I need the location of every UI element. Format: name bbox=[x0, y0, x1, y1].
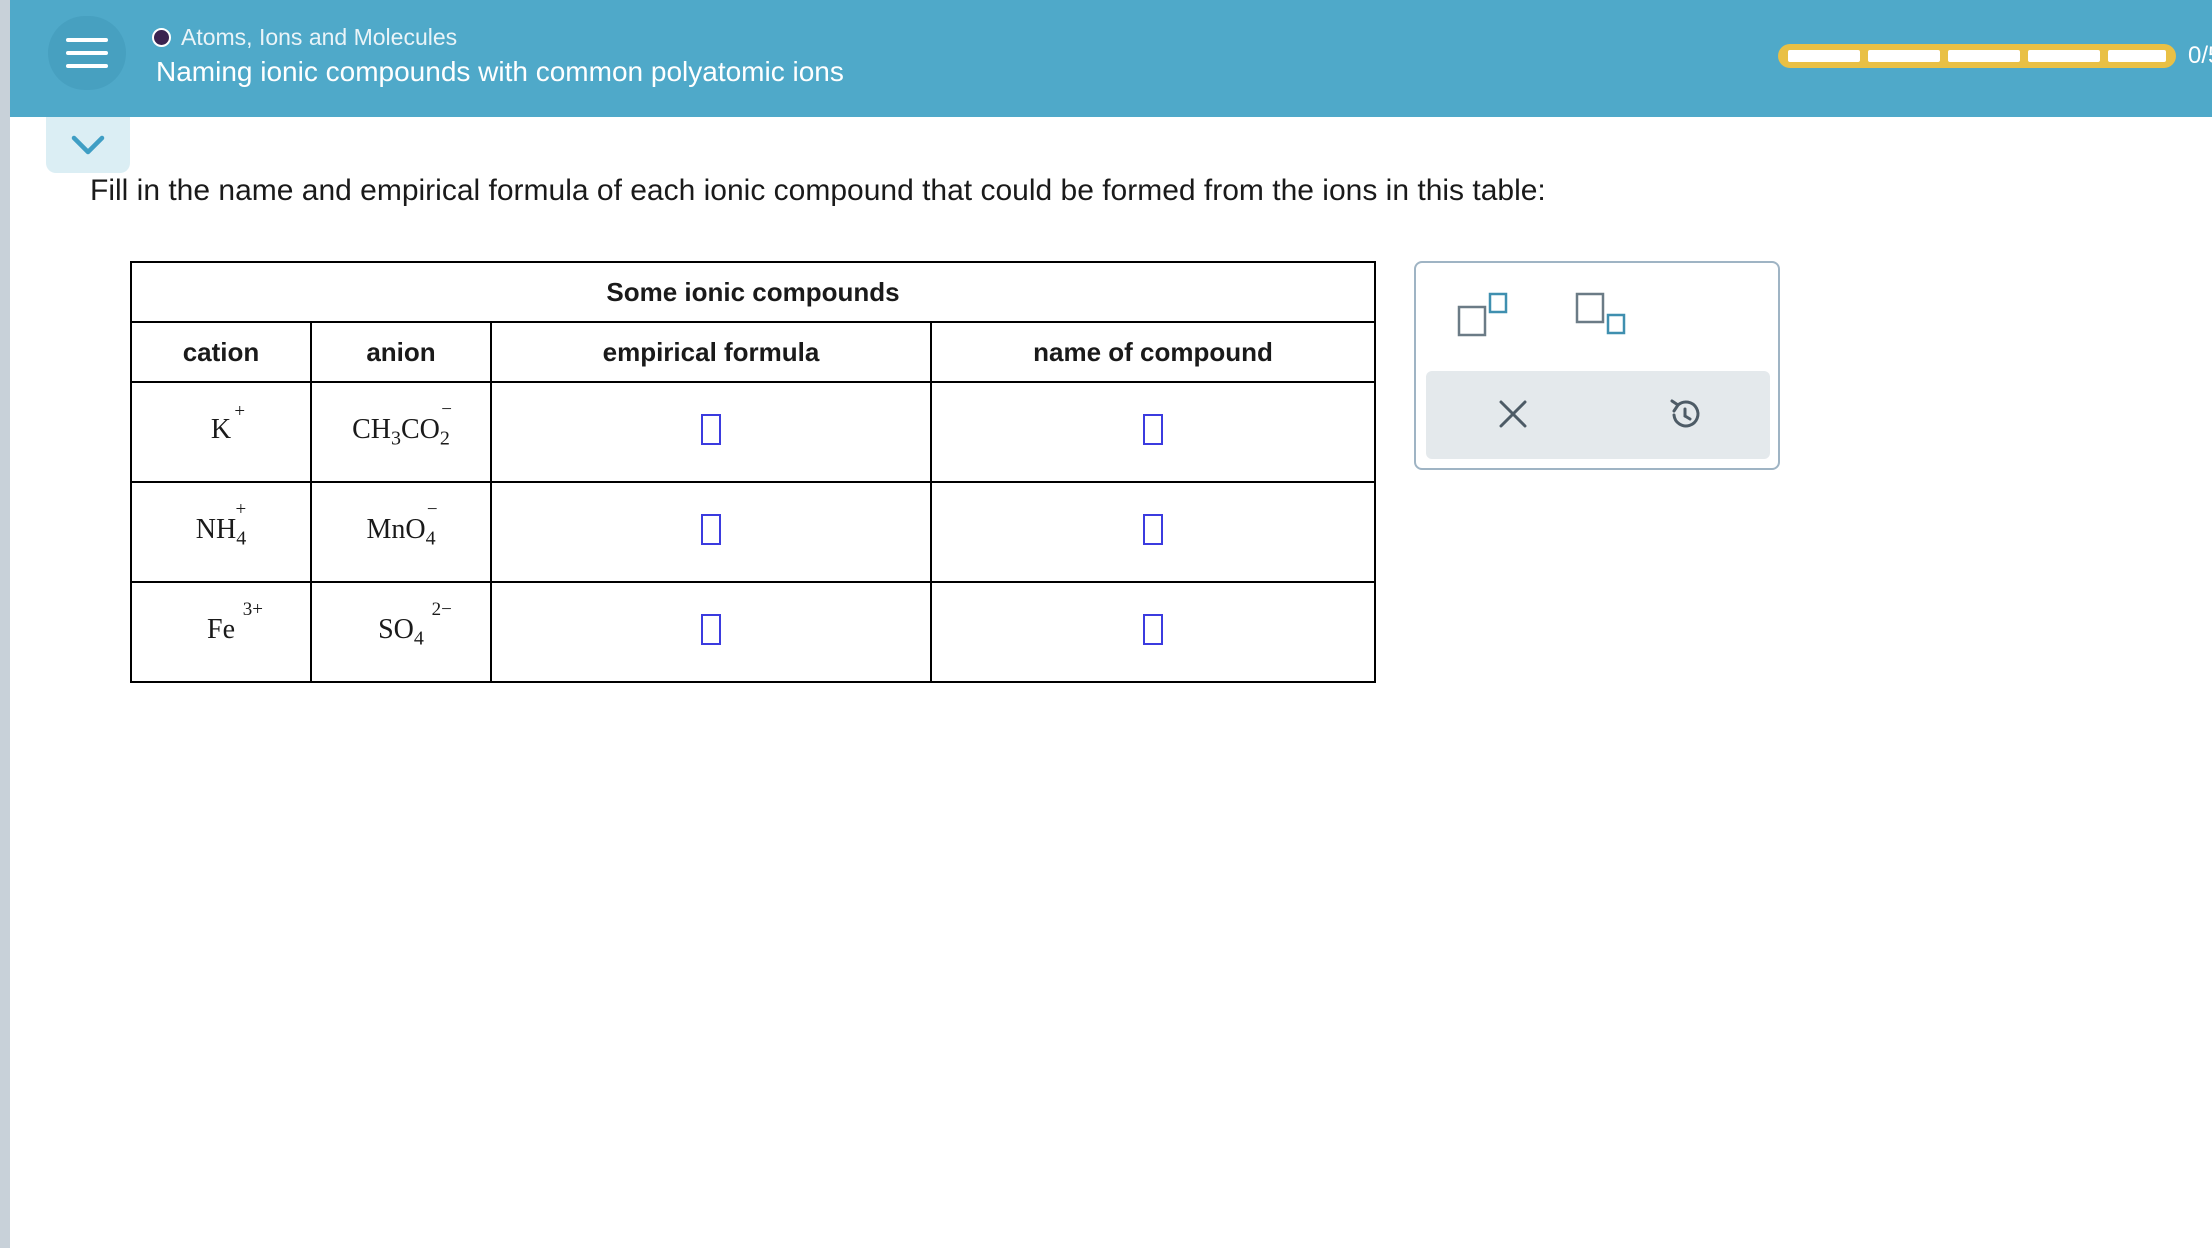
progress-segment bbox=[2108, 50, 2166, 62]
topic-status-icon bbox=[152, 27, 171, 47]
ionic-compounds-table: Some ionic compounds cation anion empiri… bbox=[130, 261, 1376, 683]
name-answer-cell bbox=[930, 481, 1376, 583]
column-header-formula: empirical formula bbox=[490, 321, 932, 383]
cation-formula: Fe 3+ bbox=[207, 598, 263, 645]
anion-formula: CH3CO2 − bbox=[352, 398, 452, 450]
ion-charge: + bbox=[235, 498, 247, 520]
cation-cell: NH4 + bbox=[130, 481, 312, 583]
progress-segment bbox=[1788, 50, 1860, 62]
name-answer-cell bbox=[930, 581, 1376, 683]
progress-segment bbox=[1948, 50, 2020, 62]
answer-tools-panel bbox=[1414, 261, 1780, 470]
name-answer-input[interactable] bbox=[1143, 614, 1163, 645]
cation-formula: K + bbox=[210, 400, 246, 445]
menu-button[interactable] bbox=[48, 16, 126, 90]
superscript-box-icon bbox=[1457, 292, 1508, 337]
anion-cell: CH3CO2 − bbox=[310, 381, 492, 483]
anion-cell: MnO4 − bbox=[310, 481, 492, 583]
progress-bar bbox=[1778, 44, 2176, 68]
superscript-button[interactable] bbox=[1456, 291, 1510, 344]
name-answer-cell bbox=[930, 381, 1376, 483]
ion-charge: 3+ bbox=[242, 598, 263, 620]
topic-breadcrumb: Atoms, Ions and Molecules bbox=[152, 20, 457, 54]
formula-answer-input[interactable] bbox=[701, 514, 721, 545]
cation-cell: K + bbox=[130, 381, 312, 483]
progress-segment bbox=[2028, 50, 2100, 62]
subscript-box-icon bbox=[1575, 292, 1626, 335]
left-edge-strip bbox=[0, 0, 10, 1248]
anion-cell: SO4 2− bbox=[310, 581, 492, 683]
cation-cell: Fe 3+ bbox=[130, 581, 312, 683]
hamburger-icon-line bbox=[66, 51, 108, 55]
name-answer-input[interactable] bbox=[1143, 514, 1163, 545]
column-header-anion: anion bbox=[310, 321, 492, 383]
progress-segment bbox=[1868, 50, 1940, 62]
page-title: Naming ionic compounds with common polya… bbox=[156, 56, 844, 87]
question-instruction: Fill in the name and empirical formula o… bbox=[90, 174, 1546, 207]
column-header-name: name of compound bbox=[930, 321, 1376, 383]
column-header-cation: cation bbox=[130, 321, 312, 383]
clear-button[interactable] bbox=[1496, 397, 1530, 436]
anion-formula: SO4 2− bbox=[378, 598, 452, 650]
anion-formula: MnO4 − bbox=[366, 498, 438, 550]
table-caption: Some ionic compounds bbox=[130, 261, 1376, 323]
chevron-down-icon bbox=[71, 135, 105, 155]
table-row: Fe 3+ SO4 2− bbox=[130, 581, 1376, 683]
name-answer-input[interactable] bbox=[1143, 414, 1163, 445]
collapse-toggle-button[interactable] bbox=[46, 117, 130, 173]
close-icon bbox=[1499, 400, 1527, 428]
ion-charge: − bbox=[426, 498, 438, 520]
formula-answer-cell bbox=[490, 481, 932, 583]
undo-icon bbox=[1670, 399, 1700, 428]
hamburger-icon-line bbox=[66, 38, 108, 42]
formula-answer-input[interactable] bbox=[701, 614, 721, 645]
table-row: NH4 + MnO4 − bbox=[130, 481, 1376, 583]
ion-charge: − bbox=[441, 398, 452, 420]
tool-action-bar bbox=[1426, 371, 1770, 459]
hamburger-icon-line bbox=[66, 64, 108, 68]
topic-label: Atoms, Ions and Molecules bbox=[181, 23, 458, 50]
progress-count: 0/5 bbox=[2188, 42, 2212, 69]
ion-charge: + bbox=[234, 400, 246, 422]
header-bar: Atoms, Ions and Molecules Naming ionic c… bbox=[10, 0, 2212, 117]
formula-answer-cell bbox=[490, 381, 932, 483]
cation-formula: NH4 + bbox=[195, 498, 247, 550]
formula-answer-input[interactable] bbox=[701, 414, 721, 445]
undo-button[interactable] bbox=[1666, 395, 1704, 438]
table-row: K + CH3CO2 − bbox=[130, 381, 1376, 483]
ion-charge: 2− bbox=[431, 598, 452, 620]
subscript-button[interactable] bbox=[1574, 291, 1628, 344]
formula-answer-cell bbox=[490, 581, 932, 683]
